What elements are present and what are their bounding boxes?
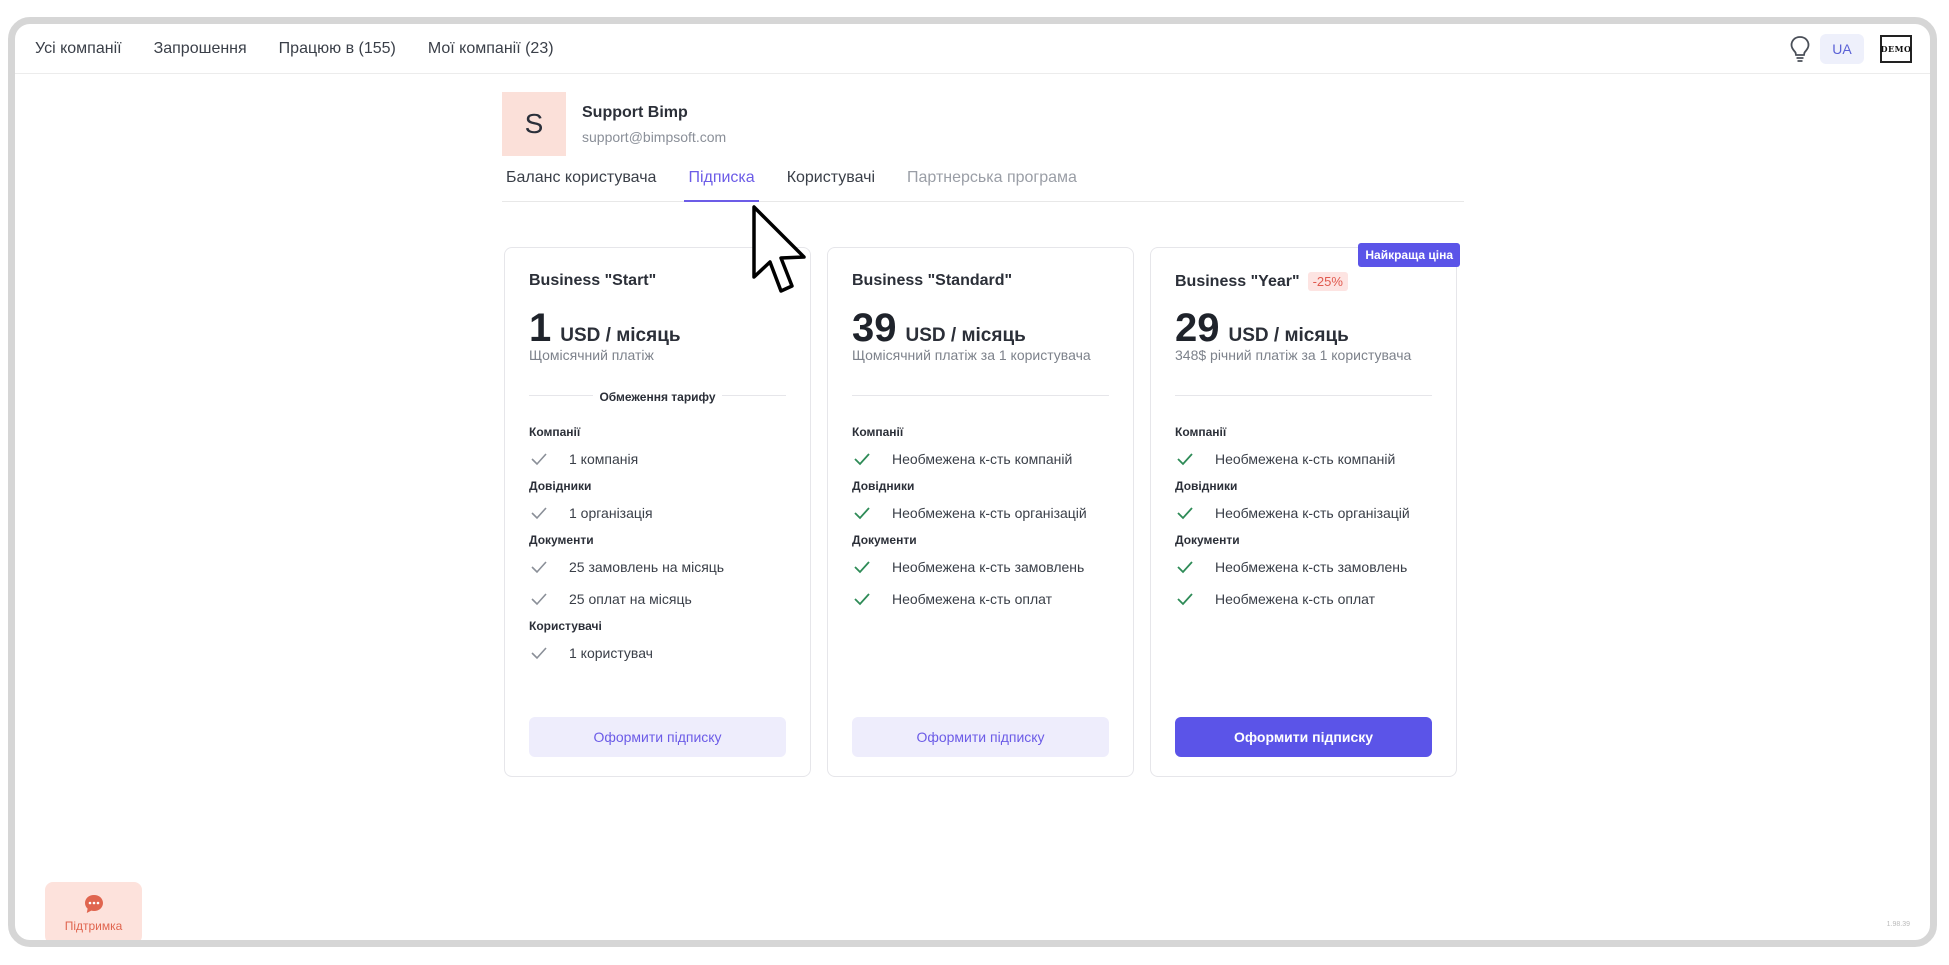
price-value: 29	[1175, 306, 1220, 350]
feature-text: 25 оплат на місяць	[569, 591, 692, 607]
chat-icon	[84, 895, 103, 913]
feature-item: Необмежена к-сть оплат	[1175, 583, 1432, 615]
price-value: 39	[852, 306, 897, 350]
plan-features: Компанії Необмежена к-сть компаній Довід…	[1175, 425, 1432, 619]
lightbulb-icon[interactable]	[1788, 34, 1812, 64]
plan-card-year: Найкраща ціна Business "Year" -25% 29 US…	[1150, 243, 1460, 777]
profile-tabs: Баланс користувача Підписка Користувачі …	[502, 164, 1464, 202]
price-unit: USD / місяць	[560, 325, 681, 346]
plan-title-text: Business "Year"	[1175, 272, 1300, 290]
user-profile: S Support Bimp support@bimpsoft.com	[502, 92, 726, 156]
plan-card-start: Business "Start" 1 USD / місяць Щомісячн…	[504, 247, 811, 777]
feature-text: 1 компанія	[569, 451, 639, 467]
plan-price: 39 USD / місяць	[852, 306, 1026, 351]
plan-description: Щомісячний платіж	[529, 347, 654, 363]
version-label: 1.98.39	[1886, 921, 1910, 928]
limits-label: Обмеження тарифу	[505, 388, 810, 406]
top-nav-actions: UA DEMO	[1788, 24, 1912, 73]
subscribe-button[interactable]: Оформити підписку	[852, 717, 1109, 757]
mouse-cursor-icon	[752, 205, 806, 293]
checkmark-icon	[531, 561, 547, 574]
checkmark-icon	[1177, 561, 1193, 574]
avatar: S	[502, 92, 566, 156]
tab-partner-program[interactable]: Партнерська програма	[903, 164, 1081, 201]
tab-users[interactable]: Користувачі	[783, 164, 879, 201]
feature-text: Необмежена к-сть замовлень	[892, 559, 1085, 575]
top-navigation: Усі компанії Запрошення Працюю в (155) М…	[15, 24, 1930, 74]
price-value: 1	[529, 306, 552, 350]
feature-text: Необмежена к-сть організацій	[892, 505, 1087, 521]
nav-my-companies[interactable]: Мої компанії (23)	[428, 40, 554, 58]
support-label: Підтримка	[64, 919, 123, 933]
plan-price: 1 USD / місяць	[529, 306, 681, 351]
language-switcher[interactable]: UA	[1820, 33, 1864, 64]
feature-item: Необмежена к-сть оплат	[852, 583, 1109, 615]
feature-item: 1 компанія	[529, 443, 786, 475]
best-price-badge: Найкраща ціна	[1358, 243, 1460, 267]
price-unit: USD / місяць	[1228, 325, 1349, 346]
nav-invitations[interactable]: Запрошення	[154, 40, 247, 58]
checkmark-icon	[854, 561, 870, 574]
checkmark-icon	[1177, 593, 1193, 606]
feature-text: Необмежена к-сть компаній	[1215, 451, 1396, 467]
feature-text: Необмежена к-сть оплат	[1215, 591, 1376, 607]
plan-description: 348$ річний платіж за 1 користувача	[1175, 347, 1412, 363]
app-window: Усі компанії Запрошення Працюю в (155) М…	[8, 17, 1937, 947]
feature-item: Необмежена к-сть компаній	[1175, 443, 1432, 475]
feature-item: Необмежена к-сть компаній	[852, 443, 1109, 475]
plan-description: Щомісячний платіж за 1 користувача	[852, 347, 1091, 363]
plan-title-text: Business "Start"	[529, 272, 657, 289]
feature-item: Необмежена к-сть замовлень	[1175, 551, 1432, 583]
user-name: Support Bimp	[582, 103, 688, 121]
feature-item: 25 оплат на місяць	[529, 583, 786, 615]
divider	[1175, 395, 1432, 396]
feature-item: Необмежена к-сть організацій	[852, 497, 1109, 529]
checkmark-icon	[854, 593, 870, 606]
feature-item: Необмежена к-сть організацій	[1175, 497, 1432, 529]
feature-text: Необмежена к-сть замовлень	[1215, 559, 1408, 575]
subscribe-button[interactable]: Оформити підписку	[529, 717, 786, 757]
plan-title-text: Business "Standard"	[852, 272, 1013, 289]
feature-text: 1 організація	[569, 505, 653, 521]
subscribe-button[interactable]: Оформити підписку	[1175, 717, 1432, 757]
feature-item: 1 організація	[529, 497, 786, 529]
feature-text: Необмежена к-сть оплат	[892, 591, 1053, 607]
tab-user-balance[interactable]: Баланс користувача	[502, 164, 660, 201]
plan-title: Business "Start"	[529, 272, 656, 290]
feature-item: 1 користувач	[529, 637, 786, 669]
user-email: support@bimpsoft.com	[582, 128, 727, 145]
plan-features: Компанії 1 компанія Довідники 1 організа…	[529, 425, 786, 673]
nav-working-in[interactable]: Працюю в (155)	[279, 40, 396, 58]
feature-text: 1 користувач	[569, 645, 653, 661]
plan-features: Компанії Необмежена к-сть компаній Довід…	[852, 425, 1109, 619]
plan-title: Business "Standard"	[852, 272, 1012, 290]
feature-text: 25 замовлень на місяць	[569, 559, 725, 575]
checkmark-icon	[854, 507, 870, 520]
demo-logo[interactable]: DEMO	[1880, 34, 1912, 63]
checkmark-icon	[531, 647, 547, 660]
discount-badge: -25%	[1307, 272, 1348, 291]
top-nav-links: Усі компанії Запрошення Працюю в (155) М…	[35, 24, 586, 73]
plan-price: 29 USD / місяць	[1175, 306, 1349, 351]
plan-card-standard: Business "Standard" 39 USD / місяць Щомі…	[827, 247, 1134, 777]
nav-all-companies[interactable]: Усі компанії	[35, 40, 122, 58]
checkmark-icon	[531, 593, 547, 606]
checkmark-icon	[1177, 453, 1193, 466]
feature-text: Необмежена к-сть організацій	[1215, 505, 1410, 521]
checkmark-icon	[1177, 507, 1193, 520]
checkmark-icon	[531, 453, 547, 466]
feature-item: 25 замовлень на місяць	[529, 551, 786, 583]
feature-item: Необмежена к-сть замовлень	[852, 551, 1109, 583]
support-button[interactable]: Підтримка	[45, 882, 142, 940]
divider	[852, 395, 1109, 396]
feature-text: Необмежена к-сть компаній	[892, 451, 1073, 467]
limits-label-text: Обмеження тарифу	[593, 390, 722, 404]
price-unit: USD / місяць	[905, 325, 1026, 346]
tab-subscription[interactable]: Підписка	[684, 164, 759, 202]
checkmark-icon	[531, 507, 547, 520]
checkmark-icon	[854, 453, 870, 466]
plan-title: Business "Year" -25%	[1175, 272, 1348, 291]
